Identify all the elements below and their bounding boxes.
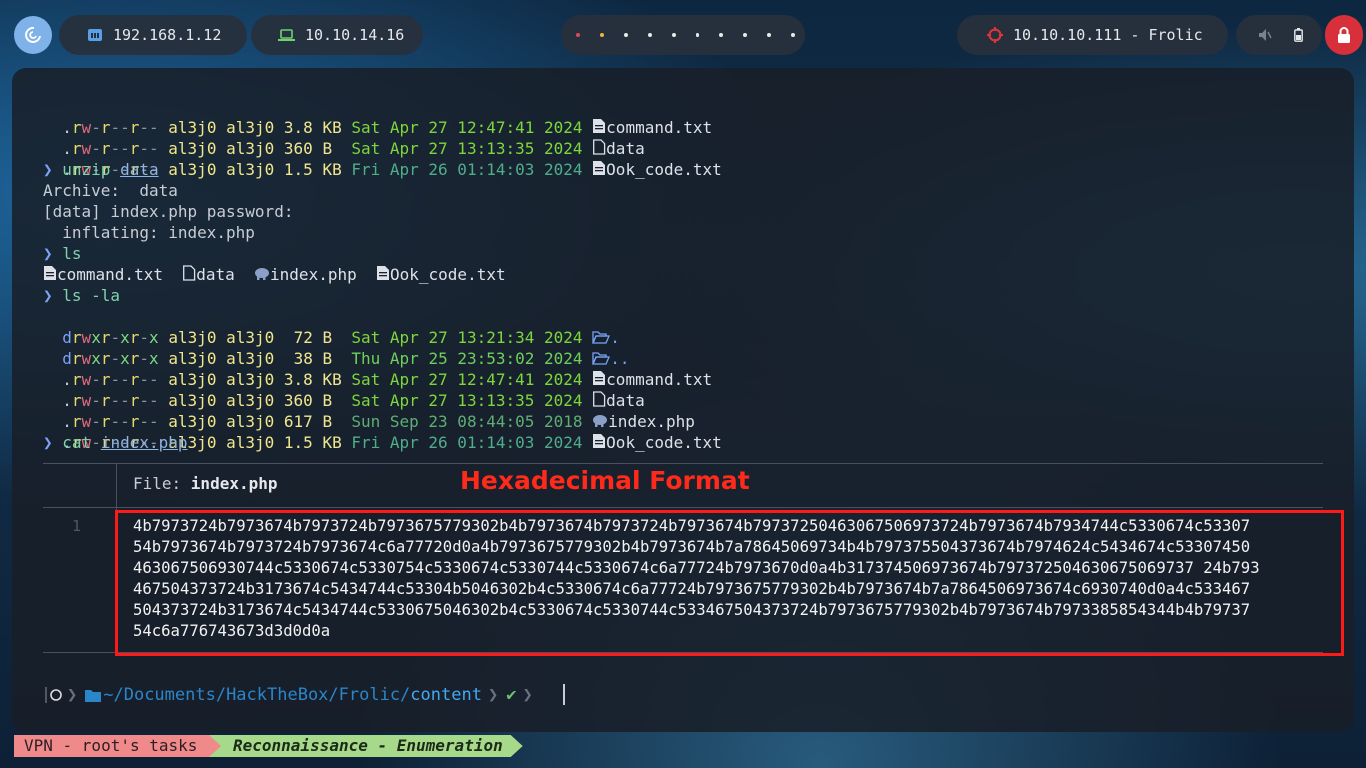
tmux-window-tab[interactable]: Reconnaissance - Enumeration — [209, 735, 523, 757]
command-line: ❯ cat index.php — [43, 433, 188, 452]
prompt-chevron-icon: ❯ — [43, 286, 63, 305]
workspaces-widget[interactable] — [561, 15, 805, 55]
separator-icon: ❯ — [67, 685, 78, 705]
prompt-chevron-icon: ❯ — [43, 433, 63, 452]
ls-row: drwxr-xr-x al3j0 al3j0 72 B Sat Apr 27 1… — [62, 328, 620, 347]
workspace-dot-6[interactable] — [695, 33, 700, 37]
check-icon: ✔ — [506, 685, 517, 705]
hex-content-line: 504373724b3173674c5434744c5330675046302b… — [133, 601, 1251, 619]
volume-muted-icon[interactable] — [1258, 28, 1272, 42]
ls-row: .rw-r--r-- al3j0 al3j0 617 B Sun Sep 23 … — [62, 412, 695, 431]
line-number: 1 — [72, 517, 82, 535]
hex-content-line: 4b7973724b7973674b7973724b7973675779302b… — [133, 517, 1251, 535]
system-tray[interactable] — [1236, 15, 1322, 55]
target-crosshair-icon — [987, 27, 1003, 43]
bat-top-rule — [43, 463, 1323, 464]
bat-file-header: File: index.php — [133, 474, 278, 493]
debian-swirl-icon — [25, 26, 41, 43]
folder-icon — [85, 689, 102, 702]
vpn-ip-widget[interactable]: 10.10.14.16 — [251, 15, 423, 55]
annotation-label: Hexadecimal Format — [460, 466, 750, 495]
command-line: ❯ ls — [43, 244, 82, 263]
hex-content-line: 463067506930744c5330674c5330754c5330674c… — [133, 559, 1260, 577]
ls-grid: command.txt data index.php Ook_code.txt — [43, 264, 506, 285]
target-widget[interactable]: 10.10.10.111 - Frolic — [957, 15, 1228, 55]
ls-row: .rw-r--r-- al3j0 al3j0 1.5 KB Fri Apr 26… — [62, 433, 722, 452]
workspace-dot-5[interactable] — [671, 33, 676, 37]
local-ip-widget[interactable]: 192.168.1.12 — [59, 15, 247, 55]
text-file-icon — [43, 265, 57, 286]
text-file-icon — [592, 160, 606, 181]
vpn-ip-text: 10.10.14.16 — [305, 26, 405, 44]
separator-icon: ❯ — [487, 685, 499, 705]
php-elephant-icon — [254, 265, 270, 286]
workspace-dot-4[interactable] — [647, 33, 652, 37]
power-lock-button[interactable] — [1325, 15, 1363, 55]
ls-row: .rw-r--r-- al3j0 al3j0 360 B Sat Apr 27 … — [62, 139, 645, 158]
hex-content-line: 467504373724b3173674c5434744c53304b50463… — [133, 580, 1251, 598]
workspace-dot-9[interactable] — [767, 33, 772, 37]
local-ip-text: 192.168.1.12 — [113, 26, 222, 44]
prompt-current-dir: content — [410, 685, 482, 705]
workspace-dot-3[interactable] — [623, 33, 628, 37]
hex-content-line: 54c6a776743673d3d0d0a — [133, 622, 331, 640]
ls-row: drwxr-xr-x al3j0 al3j0 38 B Thu Apr 25 2… — [62, 349, 630, 368]
prompt-chevron-icon: ❯ — [43, 160, 63, 179]
lock-icon — [1338, 27, 1350, 43]
output-line: [data] index.php password: — [43, 202, 294, 221]
workspace-dot-7[interactable] — [719, 33, 724, 37]
network-icon — [87, 28, 103, 42]
shell-prompt: ❯ ~/Documents/HackTheBox/Frolic/content … — [45, 683, 533, 707]
command-line: ❯ unzip data — [43, 160, 159, 179]
ls-row: .rw-r--r-- al3j0 al3j0 3.8 KB Sat Apr 27… — [62, 118, 713, 137]
tmux-session-tab[interactable]: VPN - root's tasks — [14, 735, 233, 757]
output-line: inflating: index.php — [43, 223, 255, 242]
laptop-icon — [278, 28, 295, 42]
target-text: 10.10.10.111 - Frolic — [1013, 26, 1203, 44]
file-icon — [182, 265, 196, 286]
workspace-dot-10[interactable] — [791, 33, 796, 37]
prompt-chevron-icon: ❯ — [43, 244, 63, 263]
battery-icon[interactable] — [1294, 28, 1303, 42]
text-file-icon — [592, 433, 606, 454]
workspace-dot-2[interactable] — [599, 33, 604, 37]
text-file-icon — [376, 265, 390, 286]
prompt-path: ~/Documents/HackTheBox/Frolic/ — [103, 685, 411, 705]
workspace-dot-1[interactable] — [576, 33, 580, 37]
text-cursor — [563, 684, 565, 705]
prompt-frame-icon — [45, 684, 63, 706]
output-line: Archive: data — [43, 181, 178, 200]
workspace-dot-8[interactable] — [743, 33, 748, 37]
prompt-end-icon: ❯ — [522, 685, 533, 705]
ls-row: .rw-r--r-- al3j0 al3j0 360 B Sat Apr 27 … — [62, 391, 645, 410]
ls-row: .rw-r--r-- al3j0 al3j0 1.5 KB Fri Apr 26… — [62, 160, 722, 179]
command-line: ❯ ls -la — [43, 286, 121, 305]
ls-row: .rw-r--r-- al3j0 al3j0 3.8 KB Sat Apr 27… — [62, 370, 713, 389]
hex-content-line: 54b7973674b7973724b7973674c6a77720d0a4b7… — [133, 538, 1251, 556]
bat-header-rule — [43, 507, 1323, 508]
distro-logo-button[interactable] — [14, 16, 52, 54]
